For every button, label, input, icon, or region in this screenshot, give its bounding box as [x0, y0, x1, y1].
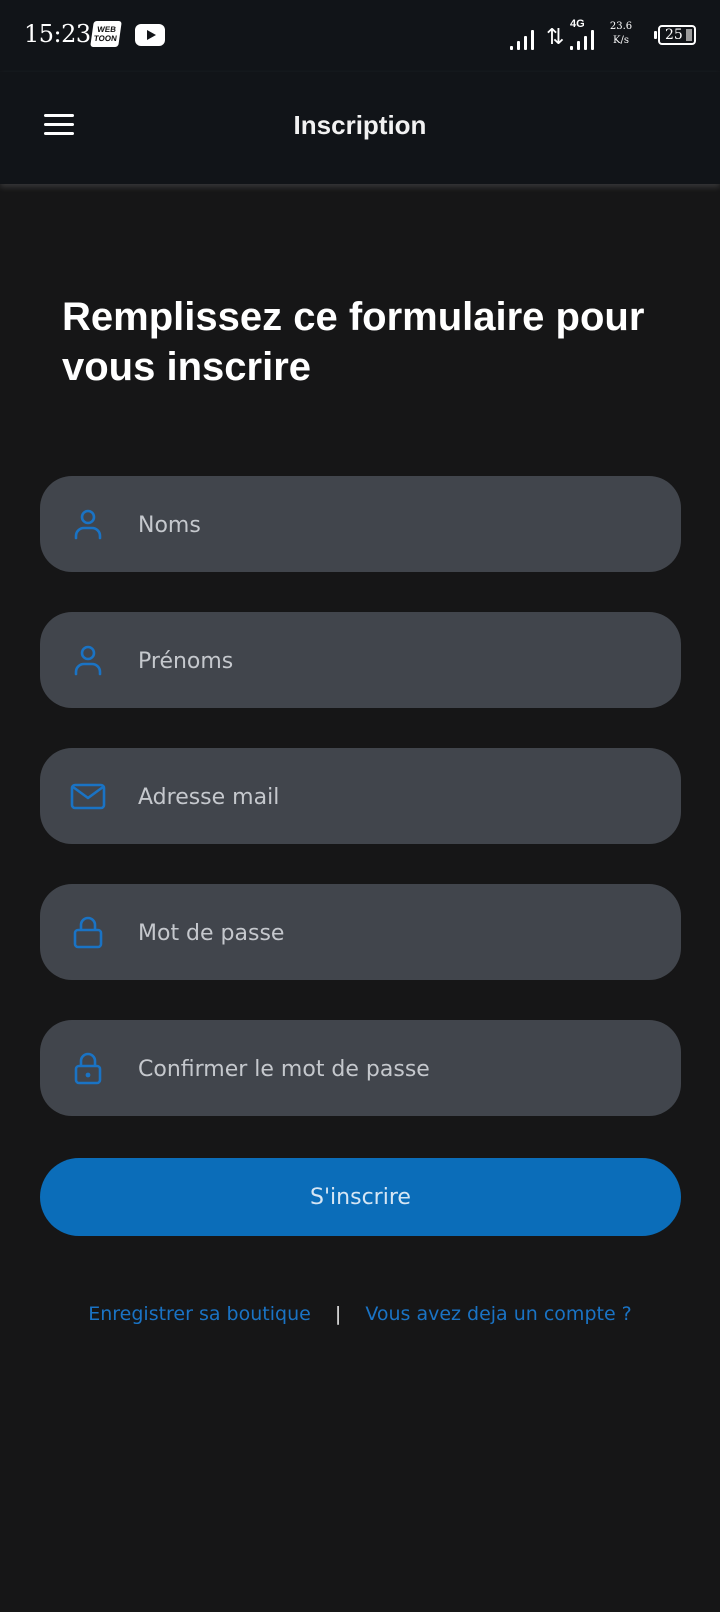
lock-icon	[74, 1052, 102, 1085]
webtoon-app-icon: WEB TOON	[90, 21, 122, 47]
signal-icon	[510, 28, 538, 50]
page-title: Inscription	[293, 110, 427, 140]
email-input[interactable]	[136, 748, 660, 846]
app-bar: Inscription	[0, 72, 720, 184]
data-transfer-icon: ⇅	[546, 24, 565, 49]
person-icon	[74, 645, 102, 676]
footer-links: Enregistrer sa boutique | Vous avez deja…	[0, 1303, 720, 1325]
names-field[interactable]	[40, 476, 681, 574]
first-names-field[interactable]	[40, 612, 681, 710]
confirm-password-input[interactable]	[136, 1020, 660, 1118]
password-input[interactable]	[136, 884, 660, 982]
first-names-input[interactable]	[136, 612, 660, 710]
person-icon	[74, 509, 102, 540]
lock-icon	[73, 916, 103, 949]
signal-4g-icon	[570, 28, 598, 50]
status-bar: 15:23 WEB TOON ⇅ 4G 23.6 K/s 25	[0, 0, 720, 72]
form-headline: Remplissez ce formulaire pour vous inscr…	[62, 295, 645, 389]
youtube-icon	[135, 24, 165, 46]
status-indicators: ⇅ 4G 23.6 K/s 25	[510, 18, 700, 52]
battery-level: 25	[665, 27, 683, 43]
speed-value: 23.6	[609, 21, 633, 32]
mail-icon	[70, 783, 106, 810]
register-button[interactable]: S'inscrire	[40, 1158, 681, 1236]
register-shop-link[interactable]: Enregistrer sa boutique	[88, 1303, 311, 1325]
battery-icon: 25	[654, 25, 696, 45]
status-time: 15:23	[24, 20, 91, 48]
email-field[interactable]	[40, 748, 681, 846]
network-speed: 23.6 K/s	[606, 20, 636, 48]
confirm-password-field[interactable]	[40, 1020, 681, 1118]
have-account-link[interactable]: Vous avez deja un compte ?	[365, 1303, 631, 1325]
speed-unit: K/s	[613, 35, 629, 46]
link-separator: |	[334, 1303, 342, 1325]
names-input[interactable]	[136, 476, 660, 574]
password-field[interactable]	[40, 884, 681, 982]
